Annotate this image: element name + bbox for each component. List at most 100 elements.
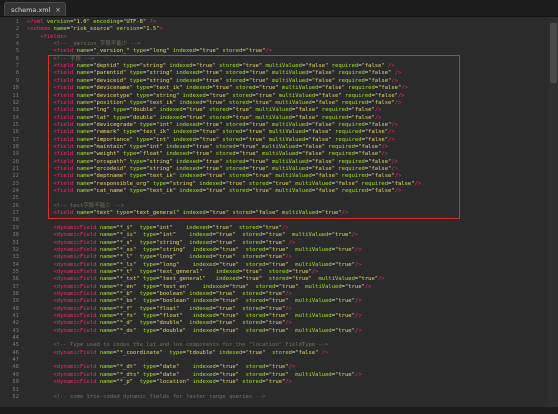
close-icon[interactable]: ×	[55, 3, 61, 17]
code-line[interactable]: <dynamicField name="*_fs" type="float" i…	[27, 313, 362, 320]
code-token: "false"	[364, 129, 389, 136]
code-line[interactable]: <field name="devicename" type="text_ik" …	[27, 85, 408, 92]
code-line[interactable]: <dynamicField name="*_i" type="int" inde…	[27, 225, 289, 232]
code-line[interactable]: <dynamicField name="*_t" type="text_gene…	[27, 269, 319, 276]
code-token: "false"	[351, 107, 375, 114]
code-line[interactable]: <dynamicField name="*_f" type="float" in…	[27, 306, 292, 313]
code-line[interactable]: <field name="orcapath" type="string" ind…	[27, 158, 399, 166]
code-line[interactable]: <fields>	[27, 34, 67, 41]
line-number-gutter: 1 2 3 4 5 6 7 8 9 10 11 12 13 14 15 16 17 18 19 20 21 22 23 24 2…	[0, 17, 22, 407]
code-line[interactable]: <dynamicField name="*_dts" type="date" i…	[27, 372, 362, 379]
code-token: "string"	[152, 92, 180, 99]
code-line[interactable]: <!-- 字段 -->	[27, 56, 95, 63]
line-number: 1	[15, 19, 19, 25]
code-token: name	[73, 63, 90, 70]
code-line[interactable]: <field name="devicegrade" type="int" ind…	[27, 122, 398, 129]
tab-schema-xml[interactable]: schema.xml ×	[4, 2, 66, 16]
code-token: type	[126, 77, 143, 84]
code-line[interactable]: <field name="cat_name" type="text_ik" in…	[27, 188, 402, 195]
scrollbar[interactable]	[548, 17, 558, 407]
code-token: stored	[225, 188, 249, 195]
code-line[interactable]: <dynamicField name="*_ds" type="double" …	[27, 328, 362, 335]
code-line[interactable]: <field name="importance" type="int" inde…	[27, 137, 395, 144]
code-line[interactable]: <field name="deviceid" type="string" ind…	[27, 77, 399, 85]
code-token: "true"	[205, 99, 226, 106]
code-line[interactable]: <field name="weight" type="float" indexe…	[27, 151, 389, 158]
code-token: "text_en"	[159, 283, 190, 290]
code-token: />	[288, 364, 296, 371]
code-token: />	[285, 239, 296, 246]
line-number: 25	[12, 195, 19, 202]
code-line[interactable]: <field name="maintain" type="int" indexe…	[27, 143, 389, 151]
code-token: "true"	[252, 99, 273, 106]
code-token: "true"	[219, 313, 239, 319]
code-token: "*_fs"	[116, 313, 137, 319]
line-number: 6	[15, 55, 19, 62]
code-token: "false"	[308, 136, 332, 143]
code-line[interactable]: <!-- some trie-coded dynamic fields for …	[27, 394, 266, 401]
line-number: 16	[12, 129, 19, 136]
code-token: type	[132, 320, 153, 327]
code-line[interactable]: <field name="text" type="text_general" i…	[27, 210, 349, 217]
code-line[interactable]: <dynamicField name="*_b" type="boolean" …	[27, 291, 292, 298]
code-line[interactable]: <field name="_version_" type="long" inde…	[27, 48, 273, 55]
code-line[interactable]: <dynamicField name="*_txt" type="text_ge…	[27, 276, 385, 283]
code-editor[interactable]: 1 2 3 4 5 6 7 8 9 10 11 12 13 14 15 16 17 18 19 20 21 22 23 24 2…	[0, 17, 558, 407]
code-line[interactable]: <field name="parentid" type="string" ind…	[27, 70, 402, 77]
code-token: name	[73, 180, 90, 187]
code-line[interactable]: <field name="deptid" type="string" index…	[27, 63, 395, 70]
code-line[interactable]: <!-- text字段不能少 -->	[27, 203, 125, 210]
code-line[interactable]: <!-- _version_字段不能少 -->	[27, 41, 141, 48]
code-line[interactable]: <field name="qrcodeid" type="string" ind…	[27, 166, 399, 173]
code-token: required	[358, 180, 389, 187]
code-token: "devicename"	[93, 85, 133, 92]
code-line[interactable]: <field name="deptname" type="text_ik" in…	[27, 173, 402, 180]
code-line[interactable]: <field name="lat" type="double" indexed=…	[27, 114, 382, 122]
code-token: "text_ik"	[139, 129, 170, 136]
code-token: />	[374, 114, 382, 121]
code-line[interactable]: <dynamicField name="*_is" type="int" ind…	[27, 232, 359, 239]
code-token: stored	[232, 85, 256, 92]
code-line[interactable]: <schema name="risk_source" version="1.5"…	[27, 26, 163, 33]
code-token: indexed	[172, 158, 200, 165]
code-line[interactable]: <?xml version="1.0" encoding="UTF-8" ?>	[27, 19, 156, 26]
code-token: required	[328, 63, 359, 70]
code-line[interactable]: <dynamicField name="*_ss" type="string" …	[27, 247, 362, 254]
code-token: "qrcodeid"	[93, 166, 127, 172]
code-line[interactable]: <dynamicField name="*_l" type="long" ind…	[27, 254, 292, 261]
code-line[interactable]: <field name="devicetype" type="string" i…	[27, 93, 405, 100]
code-line[interactable]: <!-- Type used to index the lat and lon …	[27, 342, 329, 349]
code-token: name	[96, 364, 114, 371]
code-token: required	[338, 173, 369, 180]
code-token: "lat"	[93, 114, 110, 121]
code-token: <field	[53, 158, 74, 165]
code-token: <dynamicField	[53, 371, 97, 378]
code-line[interactable]: <field name="lng" type="double" indexed=…	[27, 107, 382, 114]
code-line[interactable]: <dynamicField name="*_dt" type="date" in…	[27, 364, 296, 371]
code-line[interactable]: <dynamicField name="*_d" type="double" i…	[27, 320, 292, 327]
code-token: type	[119, 151, 137, 158]
code-line[interactable]: <field name="remark" type="text_ik" inde…	[27, 129, 395, 136]
code-token: type	[126, 173, 143, 180]
line-number: 50	[12, 379, 19, 386]
code-line[interactable]: <field name="responsible_org" type="stri…	[27, 180, 422, 188]
line-number: 22	[12, 173, 19, 180]
code-token: "deptid"	[93, 63, 120, 70]
code-token: type	[136, 298, 157, 305]
line-number: 29	[12, 224, 19, 231]
code-token: name	[96, 313, 114, 319]
code-line[interactable]: <dynamicField name="*_ls" type="long" in…	[27, 262, 362, 269]
code-token: name	[96, 254, 114, 261]
code-line[interactable]: <field name="position" type="text_ik" in…	[27, 99, 402, 107]
code-token: "int"	[146, 143, 163, 150]
code-line[interactable]: <dynamicField name="*_bs" type="boolean"…	[27, 298, 362, 305]
code-line[interactable]: <dynamicField name="*_p" type="location"…	[27, 379, 292, 386]
code-line[interactable]: <dynamicField name="*_s" type="string" i…	[27, 239, 296, 247]
scrollbar-thumb[interactable]	[550, 23, 557, 83]
code-line[interactable]: <dynamicField name="*_coordinate" type="…	[27, 350, 329, 357]
code-line[interactable]: <dynamicField name="*_en" type="text_en"…	[27, 283, 372, 291]
code-token: />	[354, 246, 362, 253]
